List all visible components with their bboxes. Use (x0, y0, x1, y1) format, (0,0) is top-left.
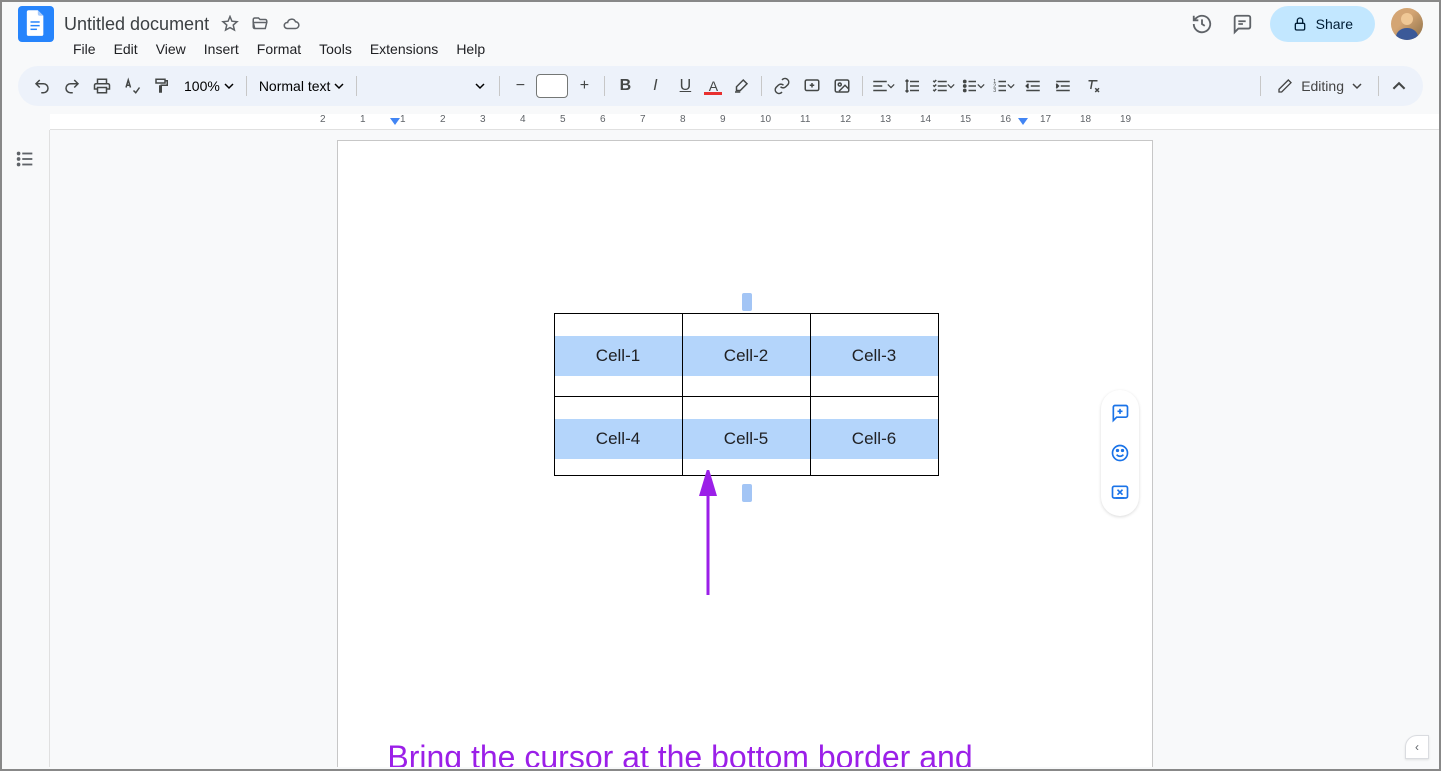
table-cell[interactable]: Cell-3 (810, 314, 938, 397)
outline-button[interactable] (14, 148, 36, 170)
cloud-status-icon[interactable] (281, 15, 301, 33)
align-button[interactable] (869, 72, 897, 100)
ruler-number: 8 (680, 114, 686, 125)
ruler-number: 19 (1120, 114, 1131, 125)
ruler-number: 2 (440, 114, 446, 125)
line-spacing-button[interactable] (899, 72, 927, 100)
star-icon[interactable] (221, 15, 239, 33)
horizontal-ruler[interactable]: 2112345678910111213141516171819 (50, 114, 1439, 130)
table-cell[interactable]: Cell-1 (554, 314, 682, 397)
comment-side-panel (1101, 390, 1139, 516)
page[interactable]: Cell-1 Cell-2 Cell-3 Cell-4 Cell-5 Cell-… (337, 140, 1153, 767)
left-sidebar (2, 130, 50, 767)
bulleted-list-button[interactable] (959, 72, 987, 100)
text-color-button[interactable]: A (701, 72, 725, 100)
table-handle-top[interactable] (742, 293, 752, 311)
mode-dropdown[interactable]: Editing (1267, 74, 1372, 98)
add-comment-icon[interactable] (1107, 400, 1133, 426)
menu-view[interactable]: View (149, 37, 193, 61)
menu-extensions[interactable]: Extensions (363, 37, 445, 61)
clear-formatting-button[interactable] (1079, 72, 1107, 100)
underline-button[interactable]: U (671, 72, 699, 100)
suggest-edits-icon[interactable] (1107, 480, 1133, 506)
table-cell[interactable]: Cell-4 (554, 397, 682, 476)
ruler-number: 1 (400, 114, 406, 125)
ruler-number: 9 (720, 114, 726, 125)
move-icon[interactable] (251, 15, 269, 33)
ruler-number: 14 (920, 114, 931, 125)
ruler-number: 10 (760, 114, 771, 125)
table-cell[interactable]: Cell-2 (682, 314, 810, 397)
toolbar: 100% Normal text − + B I U A 123 Editing (18, 66, 1423, 106)
docs-logo[interactable] (18, 6, 54, 42)
paint-format-button[interactable] (148, 72, 176, 100)
ruler-number: 12 (840, 114, 851, 125)
collapse-toolbar-button[interactable] (1385, 72, 1413, 100)
document-table[interactable]: Cell-1 Cell-2 Cell-3 Cell-4 Cell-5 Cell-… (554, 313, 939, 476)
increase-font-button[interactable]: + (570, 72, 598, 100)
spellcheck-button[interactable] (118, 72, 146, 100)
right-indent-marker[interactable] (1018, 118, 1028, 125)
ruler-number: 17 (1040, 114, 1051, 125)
menu-help[interactable]: Help (449, 37, 492, 61)
svg-text:3: 3 (994, 88, 997, 94)
style-dropdown[interactable]: Normal text (253, 78, 351, 94)
ruler-number: 3 (480, 114, 486, 125)
checklist-button[interactable] (929, 72, 957, 100)
menu-insert[interactable]: Insert (197, 37, 246, 61)
document-canvas[interactable]: Cell-1 Cell-2 Cell-3 Cell-4 Cell-5 Cell-… (50, 130, 1439, 767)
decrease-font-button[interactable]: − (506, 72, 534, 100)
comments-icon[interactable] (1230, 12, 1254, 36)
print-button[interactable] (88, 72, 116, 100)
table-cell[interactable]: Cell-6 (810, 397, 938, 476)
ruler-number: 7 (640, 114, 646, 125)
menu-format[interactable]: Format (250, 37, 308, 61)
table-row[interactable]: Cell-4 Cell-5 Cell-6 (554, 397, 938, 476)
document-title[interactable]: Untitled document (64, 14, 209, 35)
title-bar: Untitled document Share (2, 2, 1439, 38)
add-comment-button[interactable] (798, 72, 826, 100)
ruler-number: 11 (800, 114, 810, 125)
ruler-number: 5 (560, 114, 566, 125)
insert-image-button[interactable] (828, 72, 856, 100)
share-button[interactable]: Share (1270, 6, 1375, 42)
italic-button[interactable]: I (641, 72, 669, 100)
account-avatar[interactable] (1391, 8, 1423, 40)
ruler-number: 1 (360, 114, 366, 125)
undo-button[interactable] (28, 72, 56, 100)
table-row[interactable]: Cell-1 Cell-2 Cell-3 (554, 314, 938, 397)
insert-link-button[interactable] (768, 72, 796, 100)
redo-button[interactable] (58, 72, 86, 100)
history-icon[interactable] (1190, 12, 1214, 36)
menu-tools[interactable]: Tools (312, 37, 359, 61)
menu-file[interactable]: File (66, 37, 103, 61)
ruler-number: 13 (880, 114, 891, 125)
ruler-number: 18 (1080, 114, 1091, 125)
zoom-dropdown[interactable]: 100% (178, 78, 240, 94)
menu-edit[interactable]: Edit (107, 37, 145, 61)
menu-bar: File Edit View Insert Format Tools Exten… (2, 38, 1439, 66)
bold-button[interactable]: B (611, 72, 639, 100)
ruler-number: 6 (600, 114, 606, 125)
ruler-number: 4 (520, 114, 526, 125)
ruler-number: 2 (320, 114, 326, 125)
table-cell[interactable]: Cell-5 (682, 397, 810, 476)
table-handle-bottom[interactable] (742, 484, 752, 502)
explore-button[interactable]: ‹ (1405, 735, 1429, 759)
ruler-number: 16 (1000, 114, 1011, 125)
decrease-indent-button[interactable] (1019, 72, 1047, 100)
share-button-label: Share (1316, 16, 1353, 32)
highlight-button[interactable] (727, 72, 755, 100)
font-size-input[interactable] (536, 74, 568, 98)
font-dropdown[interactable] (363, 81, 493, 91)
left-indent-marker[interactable] (390, 118, 400, 125)
numbered-list-button[interactable]: 123 (989, 72, 1017, 100)
emoji-reaction-icon[interactable] (1107, 440, 1133, 466)
ruler-number: 15 (960, 114, 971, 125)
increase-indent-button[interactable] (1049, 72, 1077, 100)
